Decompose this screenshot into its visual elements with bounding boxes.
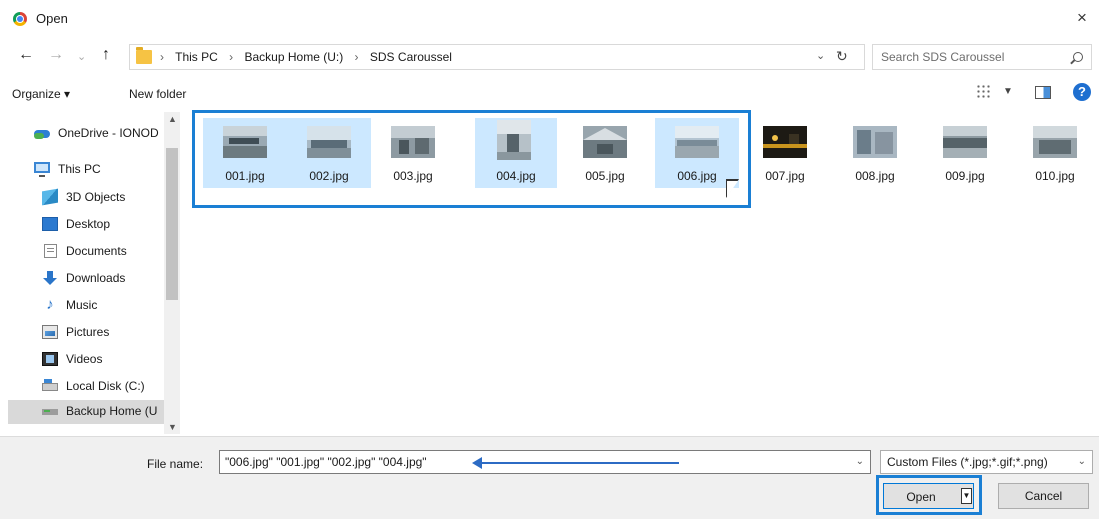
documents-icon xyxy=(44,244,57,258)
file-type-select[interactable]: Custom Files (*.jpg;*.gif;*.png) ⌄ xyxy=(880,450,1093,474)
file-name: 003.jpg xyxy=(393,169,433,183)
new-folder-button[interactable]: New folder xyxy=(129,87,186,101)
file-name: 007.jpg xyxy=(765,169,805,183)
search-input[interactable]: Search SDS Caroussel xyxy=(872,44,1092,70)
3d-objects-icon xyxy=(42,188,58,206)
chevron-down-icon: ⌄ xyxy=(1077,456,1086,467)
open-split-dropdown[interactable]: ▼ xyxy=(961,488,972,504)
file-name: 005.jpg xyxy=(585,169,625,183)
file-item[interactable]: 005.jpg xyxy=(563,118,647,188)
scroll-up-icon[interactable]: ▲ xyxy=(168,114,177,124)
sidebar-item-music[interactable]: ♪ Music xyxy=(42,294,164,318)
file-name: 001.jpg xyxy=(225,169,265,183)
search-placeholder: Search SDS Caroussel xyxy=(881,50,1005,64)
sidebar-item-backup-home[interactable]: Backup Home (U xyxy=(8,400,164,424)
pictures-icon xyxy=(42,325,58,339)
open-button-label: Open xyxy=(906,490,936,504)
image-thumbnail xyxy=(675,126,719,158)
toolbar: Organize ▾ New folder ▼ ? xyxy=(0,80,1099,108)
sidebar-item-pictures[interactable]: Pictures xyxy=(42,321,164,345)
mouse-cursor-fill xyxy=(727,181,738,197)
file-item[interactable]: 004.jpg xyxy=(475,118,557,188)
network-drive-icon xyxy=(42,409,58,415)
chevron-down-icon[interactable]: ⌄ xyxy=(856,456,864,467)
chrome-icon xyxy=(13,12,27,26)
scroll-down-icon[interactable]: ▼ xyxy=(168,422,177,432)
image-thumbnail xyxy=(307,126,351,158)
image-thumbnail xyxy=(943,126,987,158)
annotation-arrow xyxy=(474,462,679,464)
sidebar-item-3d-objects[interactable]: 3D Objects xyxy=(42,186,164,210)
organize-button[interactable]: Organize ▾ xyxy=(12,87,70,101)
sidebar-item-documents[interactable]: Documents xyxy=(42,240,164,264)
chevron-down-icon[interactable]: ▼ xyxy=(1003,86,1013,97)
music-icon: ♪ xyxy=(46,296,54,313)
downloads-icon xyxy=(42,271,58,285)
file-name: 008.jpg xyxy=(855,169,895,183)
image-thumbnail xyxy=(391,126,435,158)
image-thumbnail xyxy=(853,126,897,158)
refresh-icon[interactable]: ↻ xyxy=(836,48,848,65)
address-bar[interactable]: › This PC › Backup Home (U:) › SDS Carou… xyxy=(129,44,865,70)
preview-pane-icon[interactable] xyxy=(1035,86,1051,99)
scrollbar-thumb[interactable] xyxy=(166,148,178,300)
file-item[interactable]: 007.jpg xyxy=(743,118,827,188)
sidebar-item-local-disk[interactable]: Local Disk (C:) xyxy=(42,375,164,399)
sidebar-item-this-pc[interactable]: This PC xyxy=(34,158,164,182)
file-name: 002.jpg xyxy=(309,169,349,183)
cancel-button[interactable]: Cancel xyxy=(998,483,1089,509)
disk-icon xyxy=(42,379,58,391)
breadcrumb-this-pc[interactable]: This PC xyxy=(175,50,218,64)
image-thumbnail xyxy=(497,120,531,160)
file-item[interactable]: 002.jpg xyxy=(287,118,371,188)
file-name: 010.jpg xyxy=(1035,169,1075,183)
file-type-value: Custom Files (*.jpg;*.gif;*.png) xyxy=(887,455,1048,469)
file-name: 009.jpg xyxy=(945,169,985,183)
breadcrumb: › This PC › Backup Home (U:) › SDS Carou… xyxy=(160,50,452,64)
open-button[interactable]: Open ▼ xyxy=(883,483,974,509)
file-name-label: File name: xyxy=(147,457,204,471)
file-item[interactable]: 008.jpg xyxy=(833,118,917,188)
sidebar-scrollbar[interactable]: ▲ ▼ xyxy=(164,112,180,434)
navigation-pane: OneDrive - IONOD This PC 3D Objects Desk… xyxy=(0,112,180,434)
desktop-icon xyxy=(42,217,58,231)
file-list: 001.jpg 002.jpg 003.jpg 004.jpg 005.jpg … xyxy=(183,112,1099,434)
footer-panel: File name: "006.jpg" "001.jpg" "002.jpg"… xyxy=(0,436,1099,519)
forward-arrow-icon[interactable]: → xyxy=(48,46,64,64)
image-thumbnail xyxy=(763,126,807,158)
recent-locations-icon[interactable]: ⌄ xyxy=(77,50,86,63)
close-icon[interactable]: × xyxy=(1071,7,1093,29)
file-item[interactable]: 003.jpg xyxy=(371,118,455,188)
breadcrumb-sds-caroussel[interactable]: SDS Caroussel xyxy=(370,50,452,64)
breadcrumb-backup-home[interactable]: Backup Home (U:) xyxy=(245,50,344,64)
help-icon[interactable]: ? xyxy=(1073,83,1091,101)
window-title: Open xyxy=(36,11,68,26)
image-thumbnail xyxy=(1033,126,1077,158)
sidebar-item-downloads[interactable]: Downloads xyxy=(42,267,164,291)
file-item[interactable]: 001.jpg xyxy=(203,118,287,188)
sidebar-item-videos[interactable]: Videos xyxy=(42,348,164,372)
file-name-value: "006.jpg" "001.jpg" "002.jpg" "004.jpg" xyxy=(225,455,427,469)
annotation-arrow-head xyxy=(472,457,482,469)
videos-icon xyxy=(42,352,58,366)
search-icon[interactable] xyxy=(1073,52,1083,62)
file-item[interactable]: 006.jpg xyxy=(655,118,739,188)
file-name: 004.jpg xyxy=(496,169,536,183)
file-item[interactable]: 010.jpg xyxy=(1013,118,1097,188)
folder-icon xyxy=(136,47,152,64)
image-thumbnail xyxy=(583,126,627,158)
title-bar: Open × xyxy=(0,0,1099,38)
up-arrow-icon[interactable]: ↑ xyxy=(102,46,110,64)
sidebar-item-desktop[interactable]: Desktop xyxy=(42,213,164,237)
view-options-icon[interactable] xyxy=(976,84,992,100)
file-item[interactable]: 009.jpg xyxy=(923,118,1007,188)
sidebar-item-onedrive[interactable]: OneDrive - IONOD xyxy=(34,122,164,146)
computer-icon xyxy=(34,162,50,177)
onedrive-icon xyxy=(34,126,50,140)
navigation-row: ← → ⌄ ↑ › This PC › Backup Home (U:) › S… xyxy=(0,44,1099,70)
image-thumbnail xyxy=(223,126,267,158)
chevron-down-icon[interactable]: ⌄ xyxy=(816,49,825,62)
back-arrow-icon[interactable]: ← xyxy=(18,46,34,64)
